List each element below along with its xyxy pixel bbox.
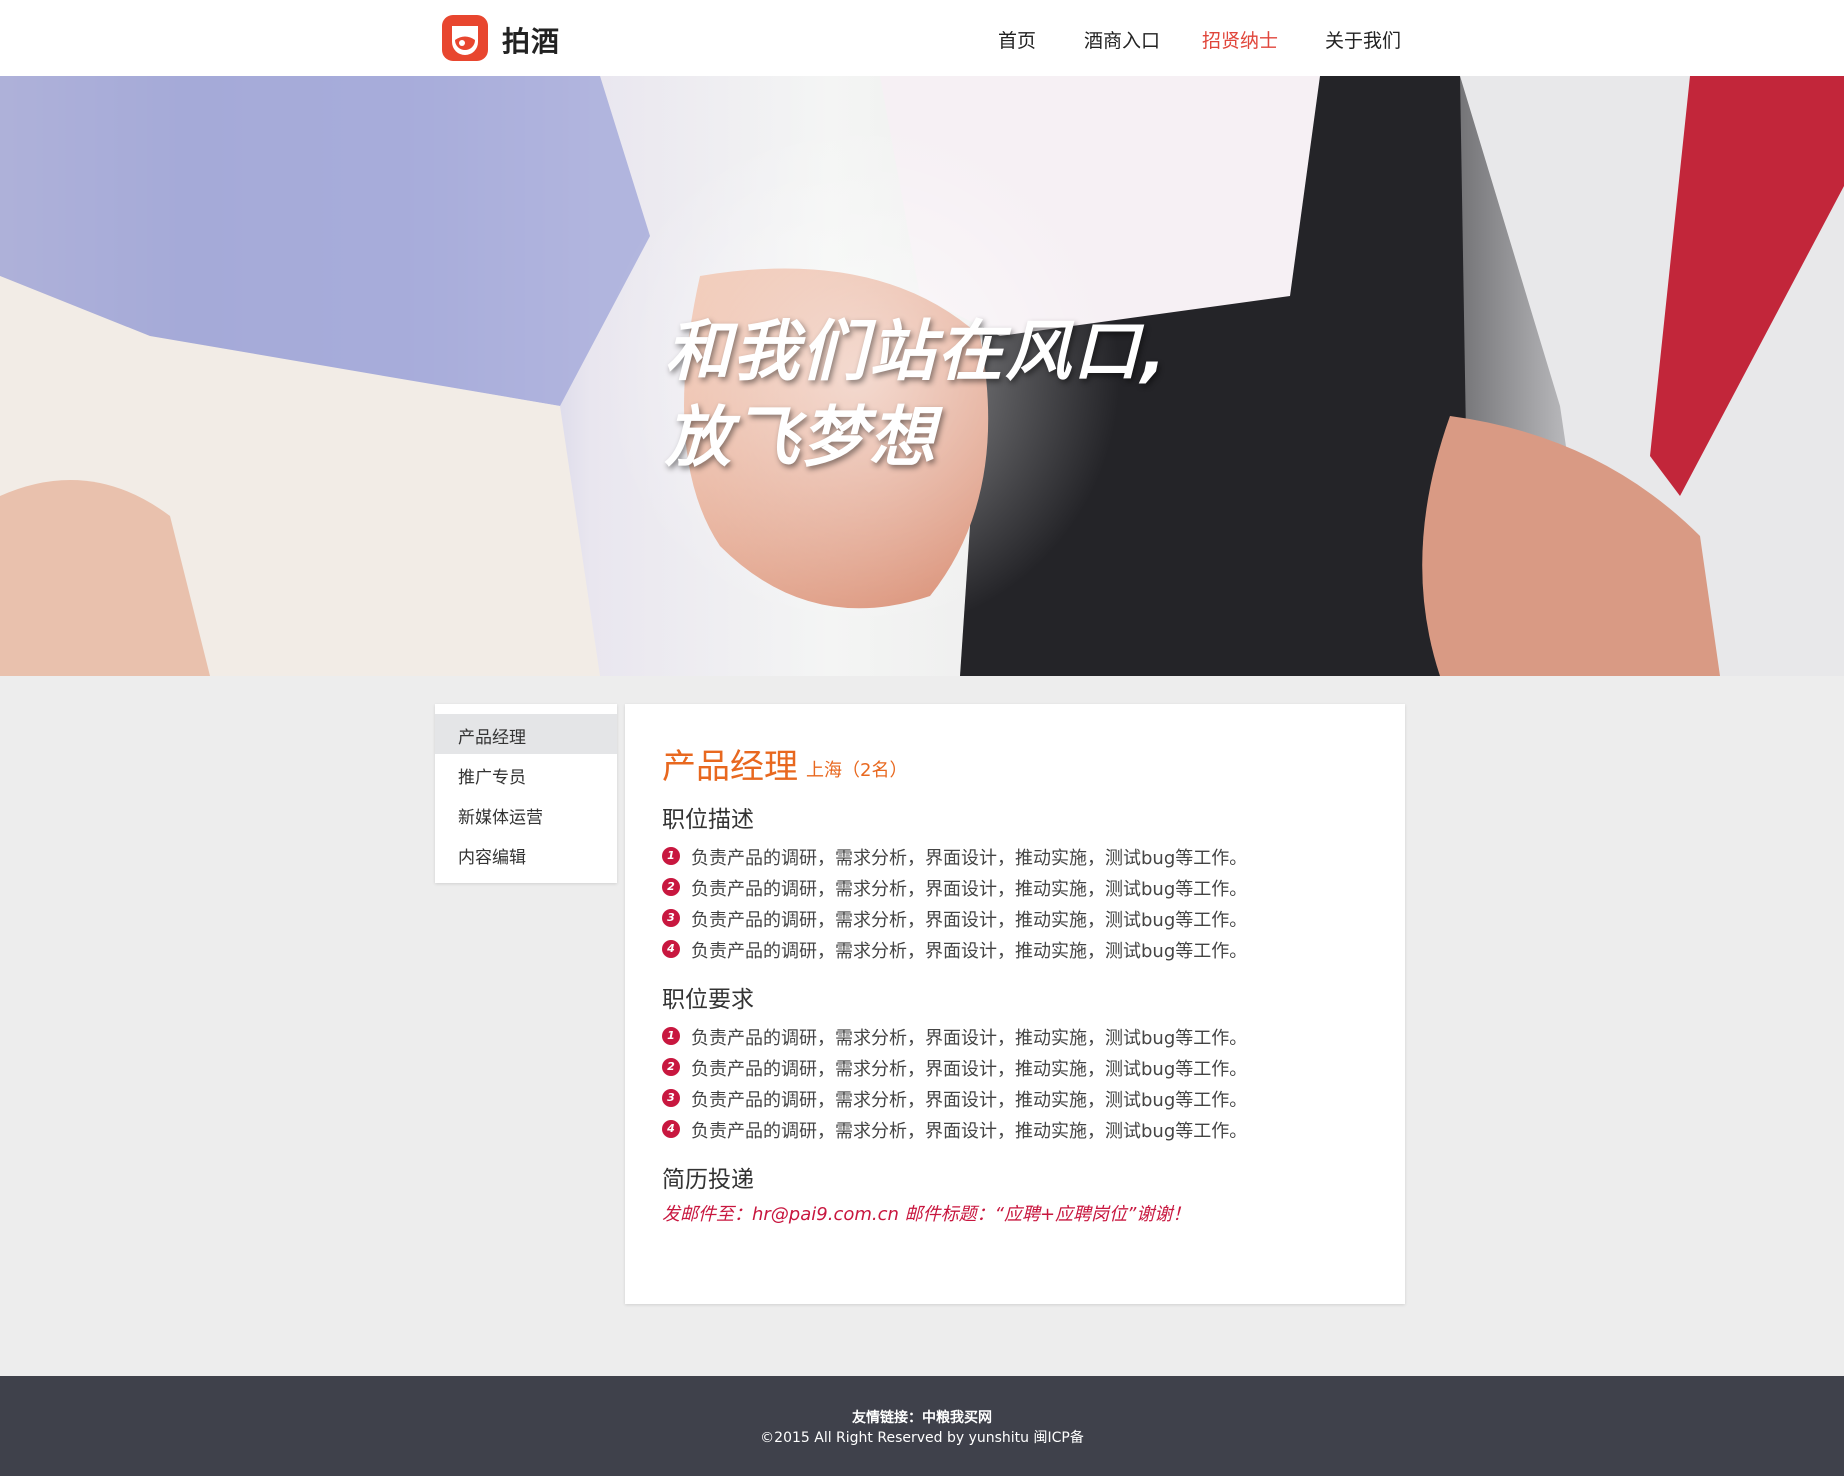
number-badge-icon: 2: [662, 1058, 680, 1076]
friend-link-womai[interactable]: 中粮我买网: [922, 1410, 992, 1426]
number-badge-icon: 4: [662, 940, 680, 958]
cup-logo-icon[interactable]: [442, 15, 488, 61]
sidebar-item-promotion-specialist[interactable]: 推广专员: [435, 754, 617, 794]
logo-text[interactable]: 拍酒: [502, 20, 560, 60]
friend-links-label: 友情链接：: [852, 1410, 922, 1426]
sidebar-item-product-manager[interactable]: 产品经理: [435, 714, 617, 754]
description-text: 负责产品的调研，需求分析，界面设计，推动实施，测试bug等工作。: [691, 941, 1248, 962]
number-badge-icon: 3: [662, 909, 680, 927]
banner-headline-line2: 放飞梦想: [665, 399, 937, 476]
description-heading: 职位描述: [662, 807, 754, 833]
number-badge-icon: 1: [662, 1027, 680, 1045]
sidebar-item-label: 内容编辑: [458, 848, 526, 868]
resume-heading: 简历投递: [662, 1167, 754, 1193]
nav-merchant-entry[interactable]: 酒商入口: [1084, 26, 1160, 53]
number-badge-icon: 2: [662, 878, 680, 896]
requirement-text: 负责产品的调研，需求分析，界面设计，推动实施，测试bug等工作。: [691, 1121, 1248, 1142]
job-category-sidebar: 产品经理 推广专员 新媒体运营 内容编辑: [435, 704, 617, 883]
requirement-text: 负责产品的调研，需求分析，界面设计，推动实施，测试bug等工作。: [691, 1059, 1248, 1080]
sidebar-item-label: 新媒体运营: [458, 808, 543, 828]
resume-email-instruction[interactable]: 发邮件至：hr@pai9.com.cn 邮件标题：“应聘+应聘岗位”谢谢！: [662, 1200, 1190, 1226]
requirement-heading: 职位要求: [662, 987, 754, 1013]
requirement-text: 负责产品的调研，需求分析，界面设计，推动实施，测试bug等工作。: [691, 1090, 1248, 1111]
sidebar-item-label: 产品经理: [458, 728, 526, 748]
number-badge-icon: 1: [662, 847, 680, 865]
nav-home[interactable]: 首页: [998, 26, 1036, 53]
description-text: 负责产品的调研，需求分析，界面设计，推动实施，测试bug等工作。: [691, 910, 1248, 931]
friend-links: 友情链接：中粮我买网: [0, 1407, 1844, 1427]
sidebar-item-content-editor[interactable]: 内容编辑: [435, 834, 617, 874]
nav-careers[interactable]: 招贤纳士: [1202, 26, 1278, 53]
copyright: ©2015 All Right Reserved by yunshitu 闽IC…: [760, 1430, 1084, 1446]
banner-headline-line1: 和我们站在风口,: [665, 313, 1169, 390]
job-detail-card: 产品经理 上海（2名） 职位描述 1 负责产品的调研，需求分析，界面设计，推动实施…: [625, 704, 1405, 1304]
sidebar-item-label: 推广专员: [458, 768, 526, 788]
number-badge-icon: 4: [662, 1120, 680, 1138]
job-title: 产品经理: [662, 747, 798, 787]
site-footer: 友情链接：中粮我买网 ©2015 All Right Reserved by y…: [0, 1376, 1844, 1476]
sidebar-item-new-media-operations[interactable]: 新媒体运营: [435, 794, 617, 834]
number-badge-icon: 3: [662, 1089, 680, 1107]
hero-banner: 和我们站在风口, 放飞梦想: [0, 76, 1844, 676]
nav-about-us[interactable]: 关于我们: [1325, 26, 1401, 53]
site-header: 拍酒 首页 酒商入口 招贤纳士 关于我们: [0, 0, 1844, 76]
requirement-text: 负责产品的调研，需求分析，界面设计，推动实施，测试bug等工作。: [691, 1028, 1248, 1049]
description-text: 负责产品的调研，需求分析，界面设计，推动实施，测试bug等工作。: [691, 879, 1248, 900]
job-location: 上海（2名）: [806, 760, 908, 781]
description-text: 负责产品的调研，需求分析，界面设计，推动实施，测试bug等工作。: [691, 848, 1248, 869]
